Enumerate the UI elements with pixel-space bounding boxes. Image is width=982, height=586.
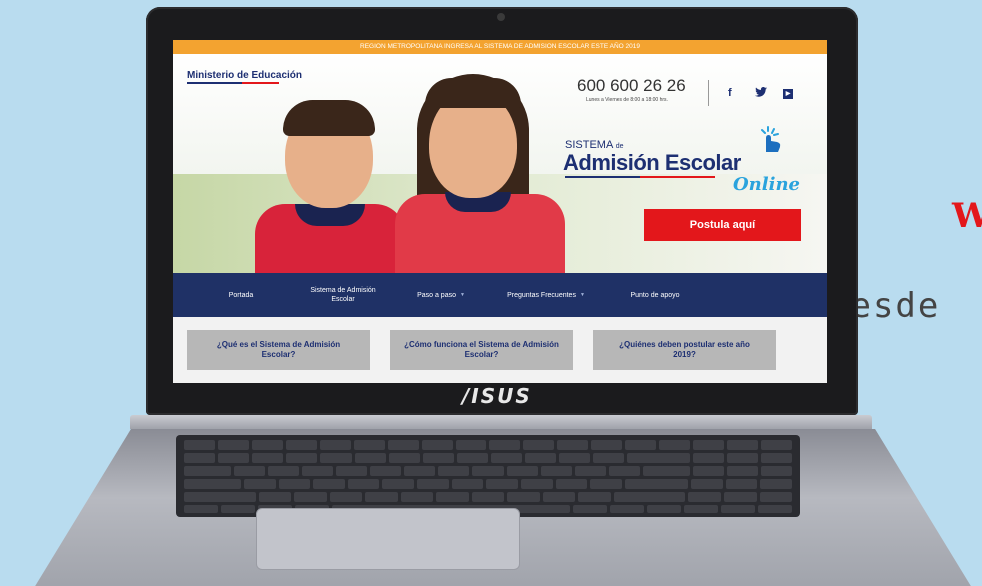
twitter-icon[interactable] [755,87,767,100]
info-cards: ¿Qué es el Sistema de Admisión Escolar? … [173,317,827,383]
top-banner: REGION METROPOLITANA INGRESA AL SISTEMA … [173,40,827,54]
touchpad [256,508,520,570]
laptop-screen: REGION METROPOLITANA INGRESA AL SISTEMA … [173,40,827,383]
apply-button[interactable]: Postula aquí [644,209,801,241]
main-nav: Portada Sistema de Admisión Escolar Paso… [173,273,827,317]
hero-section: Ministerio de Educación 600 600 26 26 Lu… [173,54,827,273]
keyboard-row [184,440,792,450]
card-quienes-postulan[interactable]: ¿Quiénes deben postular este año 2019? [593,330,776,370]
sae-logo-online: Online [733,174,800,195]
keyboard-row [184,453,792,463]
chevron-down-icon: ▼ [459,291,465,298]
side-text-heading: W [952,196,982,236]
sae-logo-underline [565,176,715,178]
youtube-icon[interactable]: ▶ [783,89,793,99]
pointing-hand-icon [756,124,784,161]
laptop-hinge [130,415,872,429]
webcam-icon [497,13,505,21]
phone-hours: Lunes a Viernes de 8:00 a 18:00 hrs. [586,97,668,103]
keyboard-row [184,466,792,476]
nav-item-preguntas[interactable]: Preguntas Frecuentes ▼ [491,273,601,317]
phone-number[interactable]: 600 600 26 26 [577,76,686,96]
laptop-brand-logo: /ISUS [462,384,532,408]
facebook-icon[interactable]: f [728,87,732,99]
nav-item-sistema[interactable]: Sistema de Admisión Escolar [301,273,385,317]
photo-girl [395,64,565,273]
keyboard-row [184,479,792,489]
keyboard-row [184,492,793,502]
photo-boy [255,94,405,273]
card-como-funciona[interactable]: ¿Cómo funciona el Sistema de Admisión Es… [390,330,573,370]
keyboard [176,435,800,517]
nav-item-portada[interactable]: Portada [211,273,271,317]
sae-logo-title: Admisión Escolar [563,150,741,175]
laptop-base [0,415,982,586]
header-divider [708,80,709,106]
ministry-logo-bar [187,82,279,84]
chevron-down-icon: ▼ [579,291,585,298]
nav-item-punto-apoyo[interactable]: Punto de apoyo [611,273,699,317]
nav-item-paso-a-paso[interactable]: Paso a paso ▼ [403,273,479,317]
card-que-es[interactable]: ¿Qué es el Sistema de Admisión Escolar? [187,330,370,370]
ministry-logo[interactable]: Ministerio de Educación [187,70,302,81]
